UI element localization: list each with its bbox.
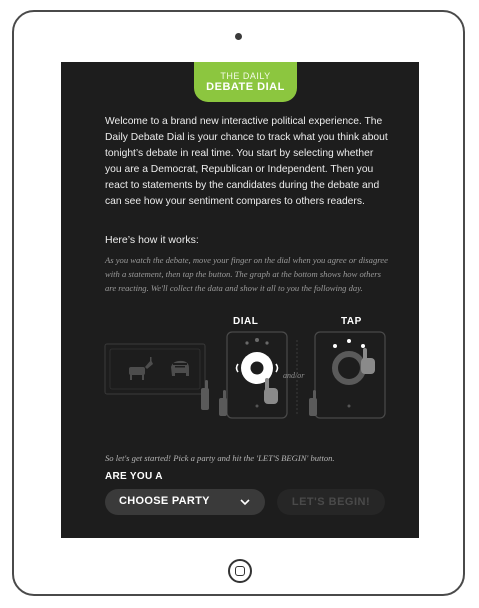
app-title-tab: THE DAILY DEBATE DIAL	[194, 62, 297, 102]
tap-label: TAP	[341, 316, 362, 327]
hand-icon	[361, 348, 375, 374]
choose-party-label: CHOOSE PARTY	[119, 495, 210, 507]
lets-begin-button[interactable]: LET'S BEGIN!	[277, 489, 385, 515]
hand-icon	[201, 380, 209, 410]
app-title-small: THE DAILY	[220, 71, 271, 81]
choose-party-dropdown[interactable]: CHOOSE PARTY	[105, 489, 265, 515]
are-you-a-label: ARE YOU A	[105, 471, 163, 482]
hand-icon	[264, 378, 278, 404]
how-it-works-heading: Here’s how it works:	[105, 234, 199, 246]
party-card-illustration	[104, 343, 206, 395]
app-title: DEBATE DIAL	[206, 81, 285, 93]
intro-paragraph: Welcome to a brand new interactive polit…	[105, 116, 388, 207]
app-screen: THE DAILY DEBATE DIAL Welcome to a brand…	[61, 62, 419, 538]
donkey-icon	[129, 357, 153, 380]
tap-ring	[332, 351, 366, 385]
how-it-works-text: As you watch the debate, move your finge…	[105, 255, 388, 293]
home-button-icon[interactable]	[228, 559, 252, 583]
get-started-text: So let's get started! Pick a party and h…	[105, 453, 335, 463]
chevron-down-icon	[240, 499, 250, 506]
dial-label: DIAL	[233, 316, 259, 327]
elephant-icon	[171, 360, 189, 376]
camera-icon	[235, 33, 242, 40]
and-or-label: and/or	[283, 371, 305, 380]
how-it-works-illustration	[104, 331, 386, 419]
